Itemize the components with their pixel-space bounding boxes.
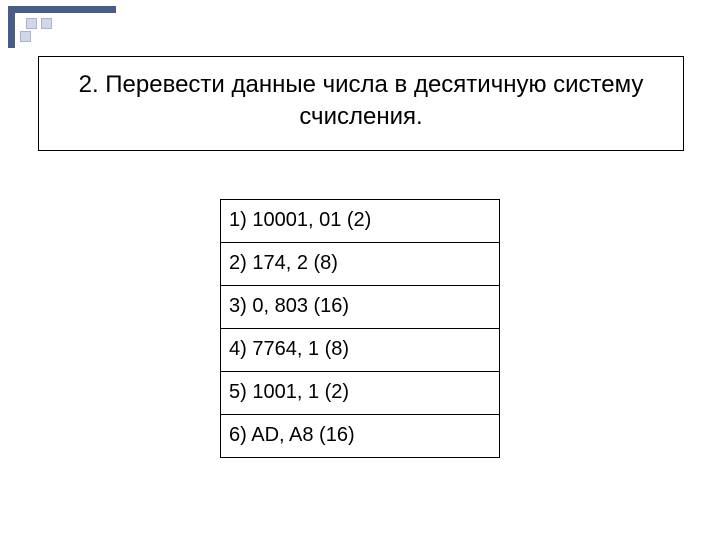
item-text: 1) 10001, 01 (2) [229,209,371,231]
item-text: 3) 0, 803 (16) [229,295,349,317]
decoration-square [41,18,52,29]
list-item: 1) 10001, 01 (2) [221,200,499,242]
items-box: 1) 10001, 01 (2) 2) 174, 2 (8) 3) 0, 803… [220,199,500,458]
decoration-square [20,31,31,42]
list-item: 5) 1001, 1 (2) [221,371,499,414]
decoration-square [26,18,37,29]
list-item: 3) 0, 803 (16) [221,285,499,328]
list-item: 4) 7764, 1 (8) [221,328,499,371]
list-item: 2) 174, 2 (8) [221,242,499,285]
item-text: 4) 7764, 1 (8) [229,338,349,360]
item-text: 2) 174, 2 (8) [229,252,338,274]
decoration-hbar [8,6,116,13]
item-text: 5) 1001, 1 (2) [229,381,349,403]
task-title-box: 2. Перевести данные числа в десятичную с… [38,56,684,151]
decoration-vbar [8,6,15,48]
item-text: 6) AD, A8 (16) [229,424,355,446]
task-title: 2. Перевести данные числа в десятичную с… [79,71,644,130]
list-item: 6) AD, A8 (16) [221,414,499,457]
